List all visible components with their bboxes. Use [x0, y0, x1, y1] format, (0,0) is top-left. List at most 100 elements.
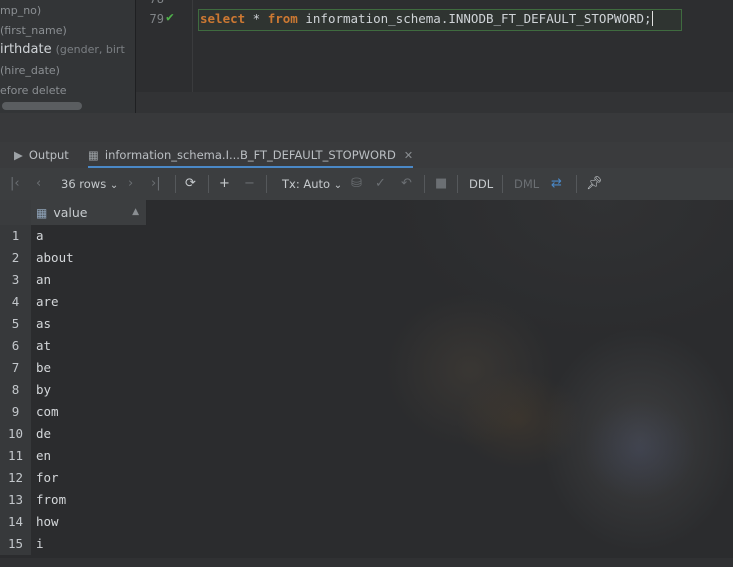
- ddl-button[interactable]: DDL: [469, 176, 493, 192]
- table-row[interactable]: 1a: [0, 225, 147, 247]
- cell-value[interactable]: en: [31, 445, 146, 467]
- cell-value[interactable]: a: [31, 225, 146, 247]
- cell-value[interactable]: from: [31, 489, 146, 511]
- row-number[interactable]: 12: [0, 467, 31, 489]
- table-row[interactable]: 9 com: [0, 401, 147, 423]
- tab-result-table[interactable]: ▦ information_schema.I...B_FT_DEFAULT_STO…: [88, 142, 414, 168]
- cell-value[interactable]: com: [31, 401, 146, 423]
- sort-icon[interactable]: ▲: [132, 200, 139, 225]
- rollback-icon[interactable]: ↶: [401, 176, 412, 192]
- table-row[interactable]: 4 are: [0, 291, 147, 313]
- stop-icon[interactable]: ■: [435, 176, 447, 192]
- cell-value[interactable]: by: [31, 379, 146, 401]
- cell-value[interactable]: how: [31, 511, 146, 533]
- rows-count-dropdown[interactable]: 36 rows ⌄: [61, 176, 118, 194]
- structure-item[interactable]: (hire_date): [0, 64, 60, 77]
- column-label: value: [53, 205, 88, 220]
- row-number[interactable]: 15: [0, 533, 31, 555]
- tab-label: information_schema.I...B_FT_DEFAULT_STOP…: [104, 148, 396, 162]
- row-number[interactable]: 7: [0, 357, 31, 379]
- row-number[interactable]: 6: [0, 335, 31, 357]
- cell-value[interactable]: de: [31, 423, 146, 445]
- row-number[interactable]: 1: [0, 225, 31, 247]
- toolbar-divider: [424, 175, 425, 193]
- add-row-icon[interactable]: +: [219, 176, 230, 192]
- editor-gutter: [192, 0, 193, 92]
- column-icon: ▦: [36, 206, 48, 220]
- commit-icon[interactable]: ✓: [375, 176, 386, 192]
- grid-rows: 1 a 2 about 3 an 4 are 5 as 6 at 7 be 8 by 9 com 10 de 11 en 1…: [0, 225, 147, 555]
- toolbar-divider: [208, 175, 209, 193]
- table-row[interactable]: 7 be: [0, 357, 147, 379]
- console-icon: ▶: [14, 148, 23, 162]
- panel-separator: [0, 113, 733, 142]
- cell-value[interactable]: as: [31, 313, 146, 335]
- table-row[interactable]: 11 en: [0, 445, 147, 467]
- transaction-mode-dropdown[interactable]: Tx: Auto ⌄: [282, 176, 342, 194]
- table-row[interactable]: 15 i: [0, 533, 147, 555]
- cell-value[interactable]: are: [31, 291, 146, 313]
- line-number: 78: [136, 0, 164, 6]
- row-number[interactable]: 13: [0, 489, 31, 511]
- table-row[interactable]: 10 de: [0, 423, 147, 445]
- cell-value[interactable]: at: [31, 335, 146, 357]
- row-number[interactable]: 10: [0, 423, 31, 445]
- cell-value[interactable]: i: [31, 533, 146, 555]
- structure-item[interactable]: (first_name): [0, 24, 67, 37]
- row-number[interactable]: 5: [0, 313, 31, 335]
- next-page-icon[interactable]: ›: [128, 176, 133, 192]
- row-number[interactable]: 14: [0, 511, 31, 533]
- previous-page-icon[interactable]: ‹: [36, 176, 41, 192]
- execution-success-icon: ✔: [166, 10, 174, 25]
- toolbar-divider: [457, 175, 458, 193]
- delete-row-icon[interactable]: −: [244, 176, 255, 192]
- row-number[interactable]: 8: [0, 379, 31, 401]
- pin-icon[interactable]: 📌︎: [586, 176, 603, 192]
- column-header-value[interactable]: ▦ value ▲: [31, 200, 147, 225]
- results-grid: ▦ value ▲ 1 a 2 about 3 an 4 are 5 as 6 at 7 be 8 by 9 com…: [0, 200, 147, 557]
- table-icon: ▦: [88, 148, 99, 162]
- sql-statement[interactable]: select * from information_schema.INNODB_…: [200, 11, 653, 26]
- toolbar-divider: [576, 175, 577, 193]
- line-number: 79: [149, 12, 164, 26]
- sql-editor[interactable]: 78 79 ✔ select * from information_schema…: [136, 0, 733, 113]
- editor-footer: [136, 92, 733, 113]
- structure-item[interactable]: irthdate (gender, birt: [0, 42, 125, 57]
- database-structure-panel: mp_no) (first_name) irthdate (gender, bir…: [0, 0, 135, 113]
- table-row[interactable]: 6 at: [0, 335, 147, 357]
- table-row[interactable]: 14 how: [0, 511, 147, 533]
- table-row[interactable]: 13 from: [0, 489, 147, 511]
- cell-value[interactable]: be: [31, 357, 146, 379]
- table-row[interactable]: 2 about: [0, 247, 147, 269]
- tab-output[interactable]: ▶ Output: [14, 142, 69, 168]
- horizontal-scrollbar[interactable]: [2, 102, 82, 110]
- row-number[interactable]: 11: [0, 445, 31, 467]
- toolbar-divider: [266, 175, 267, 193]
- row-number-header[interactable]: [0, 200, 32, 225]
- bottom-status-strip: [0, 558, 733, 567]
- toolbar-divider: [502, 175, 503, 193]
- chevron-down-icon: ⌄: [109, 180, 119, 191]
- cell-value[interactable]: an: [31, 269, 146, 291]
- structure-item[interactable]: mp_no): [0, 4, 41, 17]
- dml-button[interactable]: DML: [514, 176, 539, 192]
- last-page-icon[interactable]: ›|: [151, 176, 161, 192]
- table-row[interactable]: 8 by: [0, 379, 147, 401]
- refresh-icon[interactable]: ⟳: [185, 176, 196, 192]
- row-number[interactable]: 4: [0, 291, 31, 313]
- row-number[interactable]: 3: [0, 269, 31, 291]
- close-icon[interactable]: ✕: [404, 149, 413, 162]
- row-number[interactable]: 2: [0, 247, 31, 269]
- compare-icon[interactable]: ⇄: [551, 176, 562, 192]
- toolbar-divider: [175, 175, 176, 193]
- table-row[interactable]: 5 as: [0, 313, 147, 335]
- cell-value[interactable]: about: [31, 247, 146, 269]
- structure-item[interactable]: efore delete: [0, 84, 67, 97]
- cell-value[interactable]: for: [31, 467, 146, 489]
- db-icon[interactable]: ⛁: [351, 176, 362, 192]
- first-page-icon[interactable]: |‹: [10, 176, 20, 192]
- row-number[interactable]: 9: [0, 401, 31, 423]
- table-row[interactable]: 12 for: [0, 467, 147, 489]
- table-row[interactable]: 3 an: [0, 269, 147, 291]
- results-toolbar: |‹ ‹ 36 rows ⌄ › ›| ⟳ + − Tx: Auto ⌄ ⛁ ✓…: [0, 168, 733, 200]
